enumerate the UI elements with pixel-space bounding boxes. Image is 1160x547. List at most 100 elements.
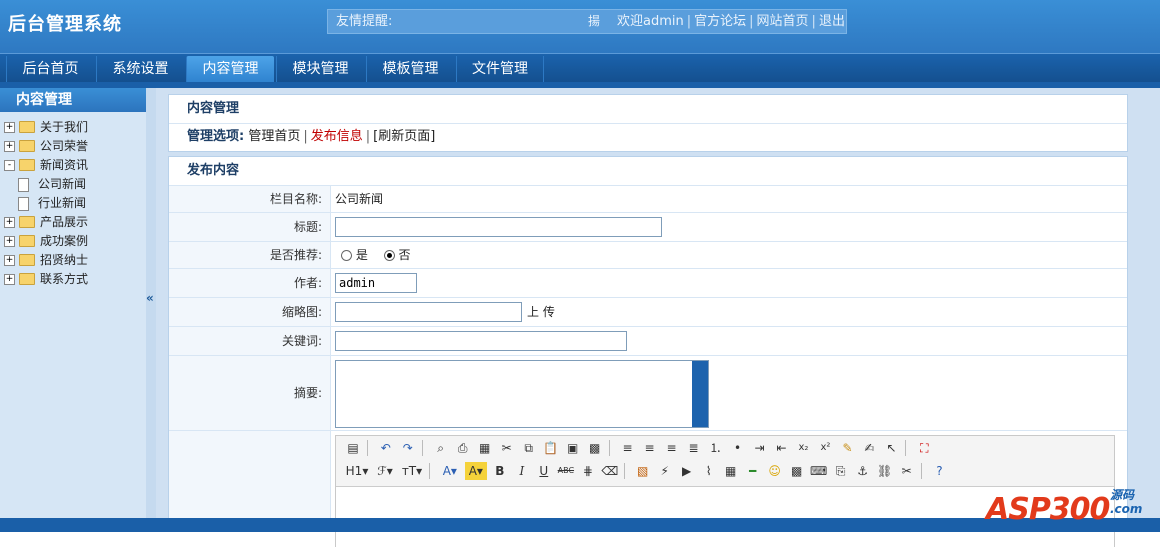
- gallery-icon[interactable]: ▩: [788, 462, 806, 480]
- column-label: 栏目名称:: [169, 186, 331, 212]
- anchor-icon[interactable]: ⚓: [854, 462, 872, 480]
- author-input[interactable]: admin: [335, 273, 417, 293]
- logout-link[interactable]: 退出: [819, 14, 845, 29]
- print-icon[interactable]: ⎙: [454, 439, 472, 457]
- expand-icon[interactable]: +: [4, 255, 15, 266]
- subscript-icon[interactable]: x₂: [794, 439, 812, 457]
- collapse-arrow-icon[interactable]: «: [146, 291, 154, 305]
- media-icon[interactable]: ▶: [678, 462, 696, 480]
- tree-item-contact[interactable]: + 联系方式: [4, 270, 88, 289]
- publish-link[interactable]: 发布信息: [311, 129, 363, 144]
- select-all-icon[interactable]: ✍: [860, 439, 878, 457]
- expand-icon[interactable]: +: [4, 274, 15, 285]
- bold-icon[interactable]: B: [491, 462, 509, 480]
- forum-link[interactable]: 官方论坛: [694, 14, 746, 29]
- paste-icon[interactable]: 📋: [542, 439, 560, 457]
- heading-icon[interactable]: H1▾: [344, 462, 370, 480]
- preview-icon[interactable]: ⌕: [432, 439, 450, 457]
- font-family-icon[interactable]: ℱ▾: [374, 462, 396, 480]
- tree-item-cases[interactable]: + 成功案例: [4, 232, 88, 251]
- ordered-list-icon[interactable]: ⒈: [706, 439, 724, 457]
- italic-icon[interactable]: I: [513, 462, 531, 480]
- paste-text-icon[interactable]: ▣: [564, 439, 582, 457]
- recommend-no-label: 否: [398, 248, 411, 262]
- sidebar-title: 内容管理: [0, 88, 146, 112]
- eraser-icon[interactable]: ⌫: [601, 462, 619, 480]
- redo-icon[interactable]: ↷: [399, 439, 417, 457]
- expand-icon[interactable]: +: [4, 217, 15, 228]
- cut-icon[interactable]: ✂: [498, 439, 516, 457]
- textarea-scrollbar[interactable]: [692, 361, 708, 427]
- thumbnail-input[interactable]: [335, 302, 522, 322]
- link-icon[interactable]: ⛓: [876, 462, 894, 480]
- tab-file-management[interactable]: 文件管理: [456, 56, 544, 83]
- flash-icon[interactable]: ⚡: [656, 462, 674, 480]
- system-title: 后台管理系统: [8, 14, 122, 35]
- tree-item-label: 产品展示: [40, 215, 89, 229]
- tab-module-management[interactable]: 模块管理: [276, 56, 364, 83]
- cursor-icon[interactable]: ↖: [882, 439, 900, 457]
- manage-title: 内容管理: [169, 95, 1127, 124]
- template-icon[interactable]: ▦: [476, 439, 494, 457]
- tree-item-industry-news[interactable]: 行业新闻: [4, 194, 88, 213]
- outdent-icon[interactable]: ⇤: [772, 439, 790, 457]
- superscript-icon[interactable]: x²: [816, 439, 834, 457]
- hr-icon[interactable]: ━: [744, 462, 762, 480]
- emoticon-icon[interactable]: ☺: [766, 462, 784, 480]
- refresh-link[interactable]: [刷新页面]: [373, 129, 435, 144]
- align-right-icon[interactable]: ≡: [662, 439, 680, 457]
- copy-icon[interactable]: ⧉: [520, 439, 538, 457]
- source-icon[interactable]: ▤: [344, 439, 362, 457]
- tab-content-management[interactable]: 内容管理: [186, 56, 274, 83]
- heading-label: H1: [345, 464, 363, 478]
- unordered-list-icon[interactable]: •: [728, 439, 746, 457]
- title-label: 标题:: [169, 213, 331, 241]
- expand-icon[interactable]: +: [4, 236, 15, 247]
- align-left-icon[interactable]: ≡: [618, 439, 636, 457]
- recommend-yes-radio[interactable]: [341, 250, 352, 261]
- title-input[interactable]: [335, 217, 662, 237]
- watermark-main: ASP300: [986, 492, 1110, 527]
- undo-icon[interactable]: ↶: [377, 439, 395, 457]
- tree-item-company-news[interactable]: 公司新闻: [4, 175, 88, 194]
- collapse-icon[interactable]: -: [4, 160, 15, 171]
- highlight-color-icon[interactable]: A▾: [464, 462, 487, 480]
- paste-word-icon[interactable]: ▩: [586, 439, 604, 457]
- tree-item-honors[interactable]: + 公司荣誉: [4, 137, 88, 156]
- expand-icon[interactable]: +: [4, 141, 15, 152]
- tree-item-products[interactable]: + 产品展示: [4, 213, 88, 232]
- toolbar-sep: [623, 463, 625, 479]
- indent-icon[interactable]: ⇥: [750, 439, 768, 457]
- align-justify-icon[interactable]: ≣: [684, 439, 702, 457]
- underline-icon[interactable]: U: [535, 462, 553, 480]
- align-center-icon[interactable]: ≡: [640, 439, 658, 457]
- tab-home[interactable]: 后台首页: [6, 56, 94, 83]
- sidebar-splitter[interactable]: «: [146, 88, 156, 518]
- keywords-input[interactable]: [335, 331, 627, 351]
- text-color-icon[interactable]: A▾: [439, 462, 461, 480]
- help-icon[interactable]: ?: [930, 462, 948, 480]
- tree-item-about[interactable]: + 关于我们: [4, 118, 88, 137]
- pagebreak-icon[interactable]: ⎘: [832, 462, 850, 480]
- upload-button[interactable]: 上 传: [527, 298, 555, 326]
- summary-textarea[interactable]: [335, 360, 709, 428]
- site-home-link[interactable]: 网站首页: [757, 14, 809, 29]
- line-height-icon[interactable]: ⋕: [579, 462, 597, 480]
- image-icon[interactable]: ▧: [634, 462, 652, 480]
- recommend-no-radio[interactable]: [383, 250, 395, 261]
- tab-template-management[interactable]: 模板管理: [366, 56, 454, 83]
- tab-system-settings[interactable]: 系统设置: [96, 56, 184, 83]
- font-size-icon[interactable]: ᴛT▾: [400, 462, 424, 480]
- table-icon[interactable]: ▦: [722, 462, 740, 480]
- manage-home-link[interactable]: 管理首页: [248, 129, 300, 144]
- attachment-icon[interactable]: ⌇: [700, 462, 718, 480]
- clear-format-icon[interactable]: ✎: [838, 439, 856, 457]
- tree-item-jobs[interactable]: + 招贤纳士: [4, 251, 88, 270]
- watermark-side: 源码 .com: [1110, 488, 1142, 516]
- expand-icon[interactable]: +: [4, 122, 15, 133]
- tree-item-news[interactable]: - 新闻资讯: [4, 156, 88, 175]
- fullscreen-icon[interactable]: ⛶: [915, 439, 933, 457]
- strikethrough-icon[interactable]: ABC: [557, 462, 575, 480]
- unlink-icon[interactable]: ✂: [898, 462, 916, 480]
- code-icon[interactable]: ⌨: [810, 462, 828, 480]
